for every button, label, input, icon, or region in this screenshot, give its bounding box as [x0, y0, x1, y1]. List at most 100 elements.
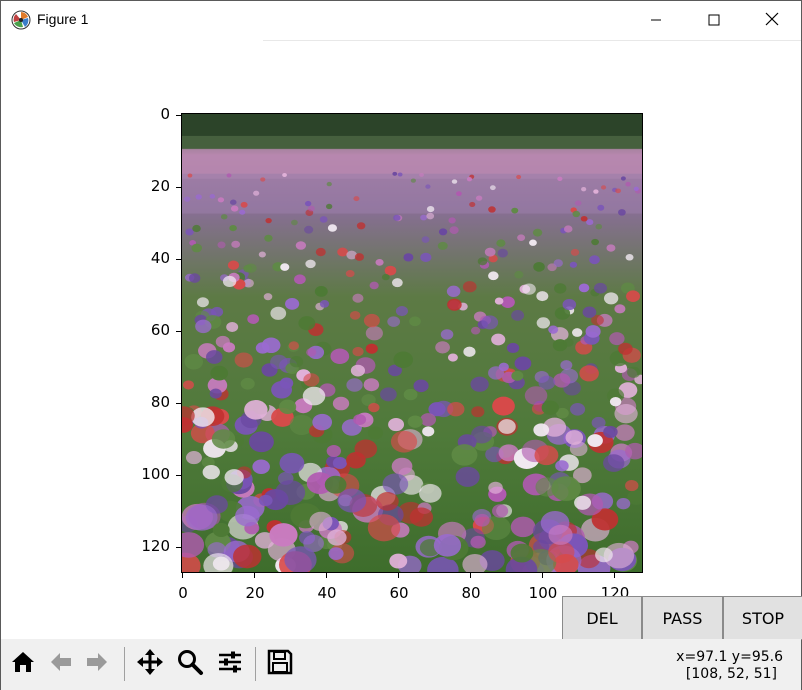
- flower-blob: [407, 415, 423, 428]
- flower-blob: [563, 338, 574, 347]
- flower-blob: [222, 275, 237, 288]
- flower-blob: [488, 206, 496, 213]
- flower-blob: [217, 197, 225, 203]
- flower-blob: [350, 364, 366, 377]
- flower-blob: [319, 299, 330, 308]
- flower-blob: [489, 185, 496, 191]
- flower-blob: [627, 366, 641, 378]
- flower-blob: [438, 228, 448, 236]
- flower-blob: [315, 247, 326, 257]
- flower-blob: [548, 325, 559, 334]
- flower-blob: [471, 425, 493, 444]
- flower-blob: [234, 352, 253, 368]
- pass-button[interactable]: PASS: [642, 596, 723, 640]
- flower-blob: [288, 341, 299, 351]
- flower-blob: [403, 388, 418, 401]
- flower-blob: [595, 547, 613, 563]
- flower-blob: [395, 305, 409, 317]
- zoom-button[interactable]: [172, 646, 208, 682]
- flower-field-image: [182, 114, 642, 572]
- flower-blob: [420, 214, 428, 221]
- flower-blob: [533, 261, 545, 272]
- flower-blob: [222, 342, 236, 353]
- maximize-button[interactable]: [685, 1, 743, 40]
- flower-blob: [580, 215, 588, 222]
- flower-blob: [391, 278, 403, 288]
- flower-blob: [263, 293, 273, 301]
- flower-blob: [258, 494, 273, 507]
- flower-blob: [553, 373, 571, 388]
- pan-button[interactable]: [132, 646, 168, 682]
- flower-blob: [319, 216, 328, 223]
- flower-blob: [279, 452, 305, 474]
- x-tick-mark: [254, 573, 255, 578]
- flower-blob: [295, 241, 307, 250]
- flower-blob: [332, 457, 347, 469]
- flower-blob: [422, 426, 435, 437]
- flower-blob: [511, 207, 519, 214]
- y-tick-mark: [176, 475, 181, 476]
- x-tick-label: 60: [389, 584, 409, 602]
- image-axes[interactable]: [181, 113, 643, 573]
- flower-blob: [581, 186, 587, 192]
- flower-blob: [625, 480, 639, 492]
- configure-subplots-button[interactable]: [212, 646, 248, 682]
- flower-blob: [229, 225, 237, 232]
- flower-blob: [244, 400, 268, 420]
- save-icon: [266, 648, 294, 680]
- y-tick-mark: [176, 187, 181, 188]
- navigation-toolbar: x=97.1 y=95.6 [108, 52, 51]: [1, 639, 801, 690]
- flower-blob: [375, 258, 384, 266]
- flower-blob: [535, 477, 559, 497]
- flower-blob: [381, 273, 390, 281]
- pan-icon: [135, 647, 165, 681]
- flower-blob: [306, 347, 317, 357]
- flower-blob: [541, 400, 559, 415]
- flower-blob: [365, 326, 383, 341]
- flower-blob: [353, 196, 360, 202]
- maximize-icon: [708, 11, 720, 30]
- stop-button[interactable]: STOP: [723, 596, 802, 640]
- flower-blob: [548, 524, 573, 545]
- flower-blob: [618, 342, 633, 355]
- back-button[interactable]: [43, 646, 79, 682]
- home-button[interactable]: [5, 646, 41, 682]
- flower-blob: [307, 205, 315, 212]
- flower-blob: [553, 259, 563, 268]
- flower-blob: [536, 291, 549, 302]
- figure-canvas[interactable]: 0 20 40 60 80 100 120 0 20 40 60 80 100 …: [1, 41, 802, 640]
- flower-blob: [235, 505, 260, 527]
- minimize-button[interactable]: [627, 1, 685, 40]
- flower-blob: [303, 373, 320, 387]
- flower-blob: [304, 200, 312, 207]
- flower-blob: [498, 362, 509, 372]
- close-button[interactable]: [743, 1, 801, 40]
- flower-blob: [352, 293, 364, 303]
- del-button[interactable]: DEL: [562, 596, 642, 640]
- flower-blob: [481, 315, 499, 330]
- flower-blob: [572, 328, 583, 337]
- minimize-icon: [650, 11, 662, 30]
- flower-blob: [426, 212, 435, 220]
- flower-blob: [305, 259, 316, 269]
- x-tick-mark: [182, 573, 183, 578]
- flower-blob: [312, 413, 333, 431]
- save-button[interactable]: [262, 646, 298, 682]
- flower-blob: [330, 348, 350, 365]
- flower-blob: [466, 177, 473, 182]
- flower-blob: [337, 247, 348, 257]
- flower-blob: [614, 304, 626, 314]
- flower-blob: [606, 244, 616, 252]
- flower-blob: [224, 469, 244, 486]
- flower-blob: [536, 317, 550, 329]
- flower-blob: [191, 243, 203, 253]
- flower-blob: [603, 292, 619, 305]
- flower-blob: [230, 205, 239, 212]
- flower-blob: [625, 181, 631, 187]
- flower-blob: [392, 171, 398, 176]
- forward-button[interactable]: [79, 646, 115, 682]
- flower-blob: [195, 194, 202, 200]
- flower-blob: [420, 252, 432, 263]
- flower-blob: [202, 464, 220, 480]
- flower-blob: [447, 298, 462, 311]
